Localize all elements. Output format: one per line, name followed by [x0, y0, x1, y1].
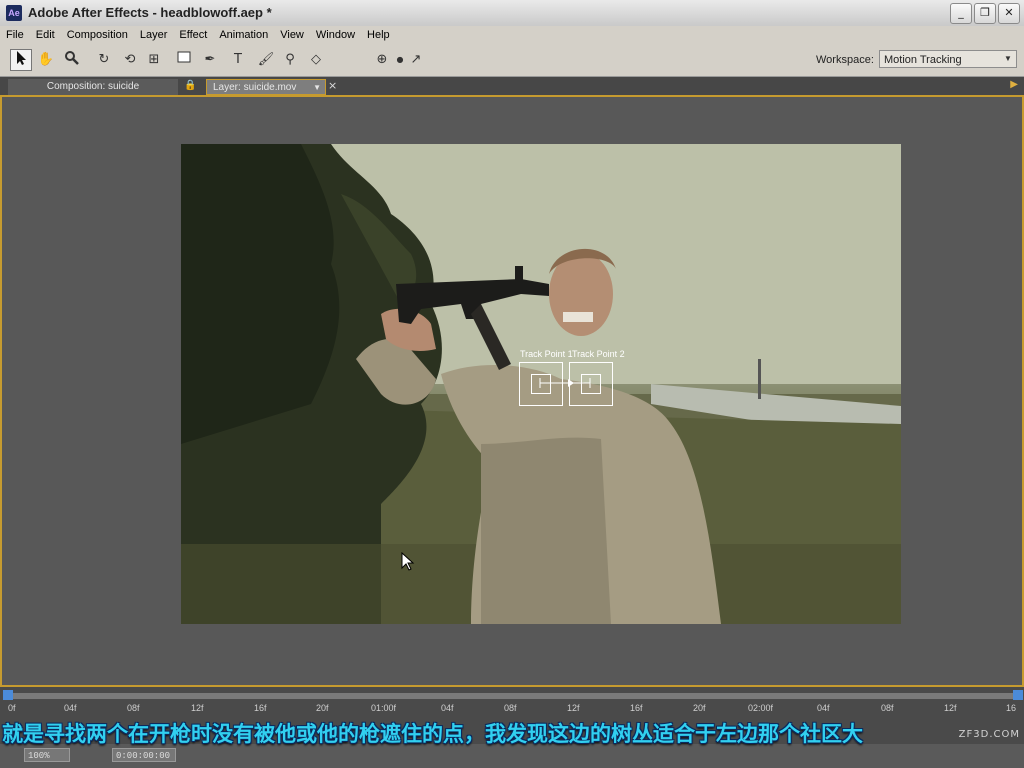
close-button[interactable]: ✕ — [998, 3, 1020, 24]
tick-label: 04f — [441, 703, 454, 713]
window-controls: _ ❐ ✕ — [950, 3, 1020, 24]
menu-view[interactable]: View — [274, 29, 310, 41]
pen-tool-icon[interactable]: ✒ — [200, 50, 220, 70]
track-point-1-label: Track Point 1 — [520, 349, 573, 359]
tick-label: 12f — [191, 703, 204, 713]
brush-tool-icon[interactable]: 🖌 — [256, 50, 276, 70]
subtitle-caption: 就是寻找两个在开枪时没有被他或他的枪遮住的点，我发现这边的树丛适合于左边那个社区… — [2, 722, 863, 746]
menu-help[interactable]: Help — [361, 29, 396, 41]
type-tool-icon[interactable]: T — [228, 50, 248, 70]
tick-label: 02:00f — [748, 703, 774, 713]
tick-label: 16f — [630, 703, 643, 713]
time-navigator-end-handle[interactable] — [1013, 690, 1023, 700]
chevron-down-icon: ▼ — [1004, 54, 1012, 63]
axis-tool-icon[interactable]: ⊕ — [372, 50, 392, 70]
site-watermark: ZF3D.COM — [958, 729, 1020, 740]
tab-layer[interactable]: Layer: suicide.mov ▼ — [206, 79, 326, 95]
menu-animation[interactable]: Animation — [213, 29, 274, 41]
mouse-cursor-icon — [401, 552, 415, 571]
track-point-link-arrow-icon — [539, 378, 591, 388]
after-effects-icon: Ae — [6, 5, 22, 21]
lock-icon[interactable]: 🔒 — [184, 80, 196, 91]
tick-label: 12f — [567, 703, 580, 713]
workspace-label: Workspace: — [816, 54, 874, 66]
panel-menu-icon[interactable]: ▶ — [1010, 79, 1018, 90]
clone-stamp-tool-icon[interactable]: ⚲ — [280, 50, 300, 70]
minimize-button[interactable]: _ — [950, 3, 972, 24]
orbit-camera-tool-icon[interactable]: ⟲ — [120, 50, 140, 70]
menu-file[interactable]: File — [0, 29, 30, 41]
menu-layer[interactable]: Layer — [134, 29, 174, 41]
tick-label: 16 — [1006, 703, 1017, 713]
menu-window[interactable]: Window — [310, 29, 361, 41]
tick-label: 04f — [64, 703, 77, 713]
title-bar: Ae Adobe After Effects - headblowoff.aep… — [0, 0, 1024, 27]
maximize-button[interactable]: ❐ — [974, 3, 996, 24]
rotation-tool-icon[interactable]: ↻ — [94, 50, 114, 70]
menu-composition[interactable]: Composition — [61, 29, 134, 41]
time-navigator-bar[interactable] — [6, 693, 1018, 699]
workspace-dropdown[interactable]: Motion Tracking ▼ — [879, 50, 1017, 68]
tools-panel: ✋ ↻ ⟲ ⊞ ✒ T 🖌 ⚲ ◇ ⊕ ● ↗ Workspace: Motio… — [0, 44, 1024, 77]
tick-label: 08f — [881, 703, 894, 713]
tick-label: 12f — [944, 703, 957, 713]
menu-effect[interactable]: Effect — [173, 29, 213, 41]
tick-label: 20f — [316, 703, 329, 713]
menu-bar: File Edit Composition Layer Effect Anima… — [0, 26, 1024, 44]
pan-behind-tool-icon[interactable]: ⊞ — [144, 50, 164, 70]
menu-edit[interactable]: Edit — [30, 29, 61, 41]
tick-label: 20f — [693, 703, 706, 713]
window-title: Adobe After Effects - headblowoff.aep * — [28, 5, 272, 20]
zoom-tool-icon[interactable] — [62, 50, 82, 70]
rectangle-mask-tool-icon[interactable] — [174, 50, 194, 70]
close-tab-icon[interactable]: × — [328, 79, 337, 92]
tick-label: 08f — [504, 703, 517, 713]
eraser-tool-icon[interactable]: ◇ — [306, 50, 326, 70]
viewer-tabs: Composition: suicide 🔒 Layer: suicide.mo… — [0, 77, 1024, 95]
tab-composition[interactable]: Composition: suicide — [8, 79, 178, 95]
hand-tool-icon[interactable]: ✋ — [36, 50, 56, 70]
workspace-value: Motion Tracking — [884, 54, 962, 66]
tick-label: 16f — [254, 703, 267, 713]
time-navigator-start-handle[interactable] — [3, 690, 13, 700]
selection-tool-icon[interactable] — [10, 49, 32, 71]
tab-layer-label: Layer: suicide.mov — [213, 82, 297, 93]
tick-label: 01:00f — [371, 703, 397, 713]
track-point-2-label: Track Point 2 — [572, 349, 625, 359]
tick-label: 0f — [8, 703, 16, 713]
tick-label: 04f — [817, 703, 830, 713]
world-axis-icon[interactable]: ↗ — [406, 50, 426, 70]
tick-label: 08f — [127, 703, 140, 713]
chevron-down-icon[interactable]: ▼ — [313, 80, 321, 96]
